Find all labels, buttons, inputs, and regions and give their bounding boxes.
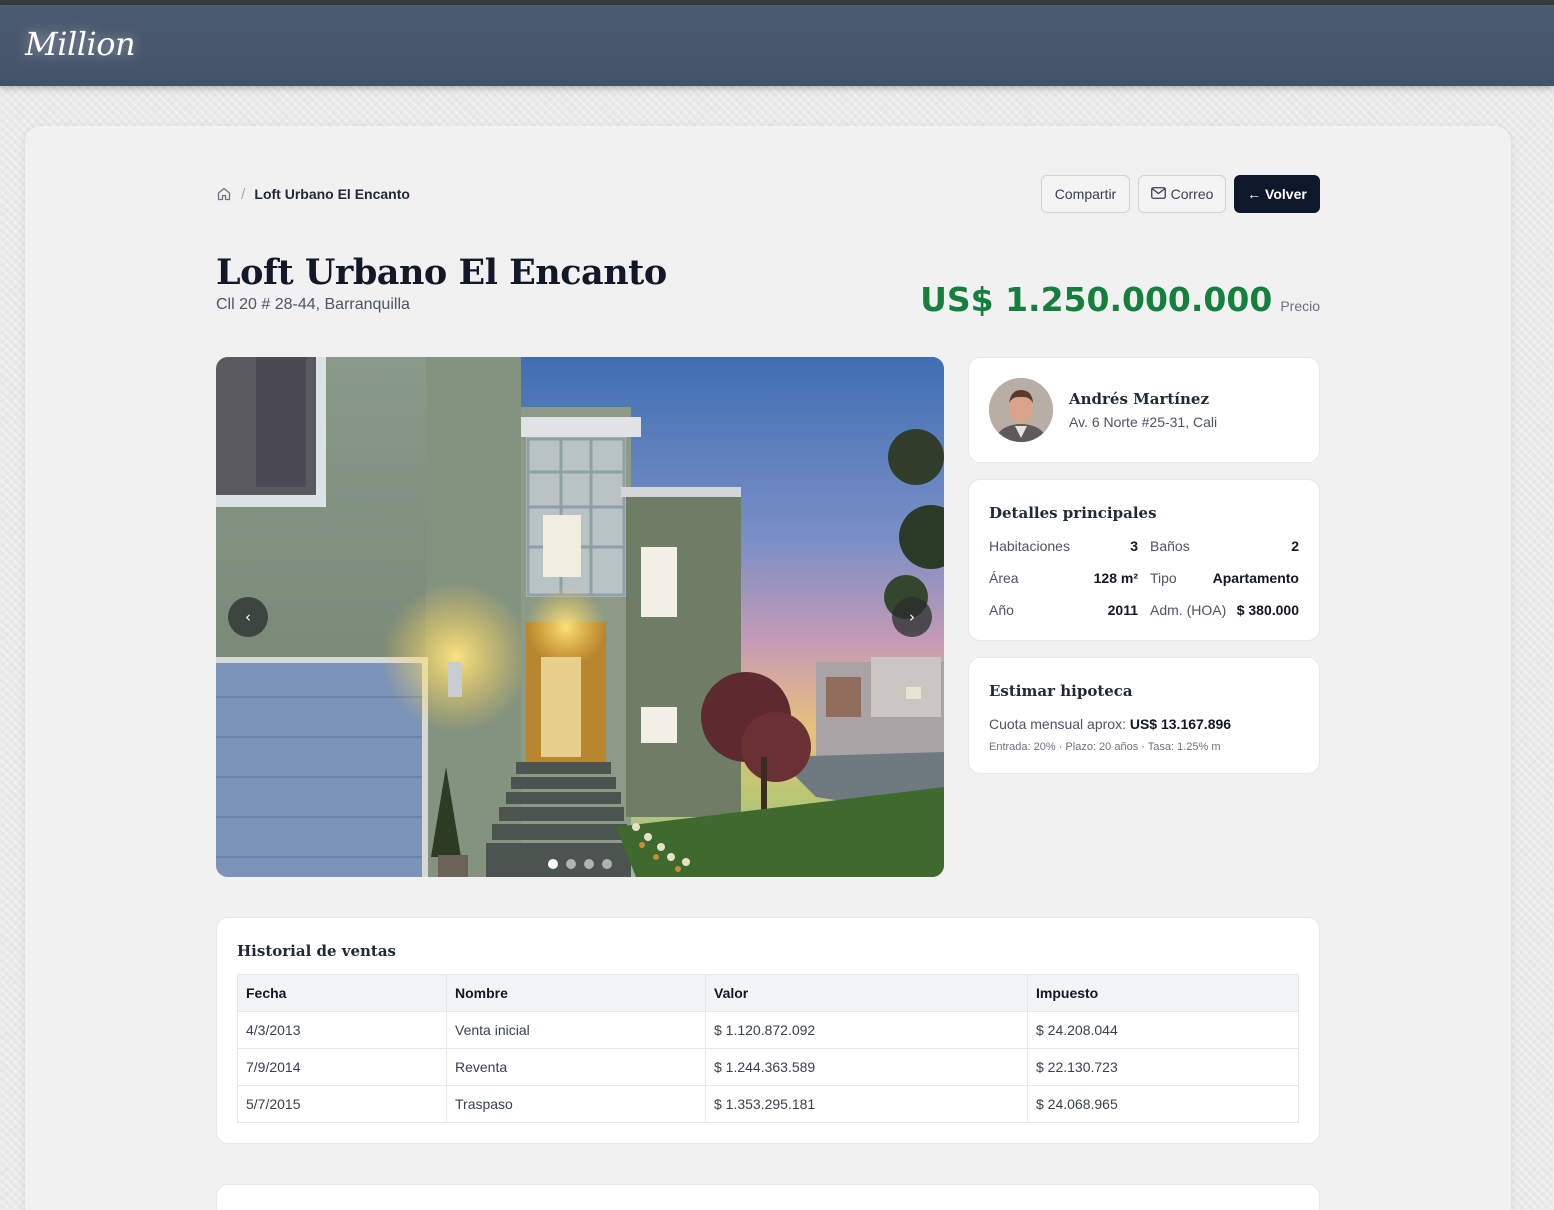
detail-value: Apartamento <box>1212 570 1299 586</box>
breadcrumb-separator: / <box>241 186 246 202</box>
detail-value: $ 380.000 <box>1236 602 1299 618</box>
property-price: US$ 1.250.000.000 <box>920 280 1273 319</box>
gallery-prev-button[interactable]: ‹ <box>228 597 268 637</box>
house-photo <box>216 357 944 877</box>
agent-name: Andrés Martínez <box>1069 390 1209 408</box>
mortgage-label: Cuota mensual aprox: <box>989 716 1130 732</box>
price-block: US$ 1.250.000.000 Precio <box>920 280 1320 319</box>
column-header: Impuesto <box>1027 974 1299 1012</box>
sales-history-title: Historial de ventas <box>237 942 397 960</box>
table-cell: $ 24.208.044 <box>1027 1011 1299 1049</box>
mortgage-terms: Entrada: 20% · Plazo: 20 años · Tasa: 1.… <box>989 741 1221 753</box>
mortgage-value: US$ 13.167.896 <box>1129 716 1232 732</box>
detail-value: 2 <box>1291 538 1299 554</box>
brand-logo[interactable]: Million <box>25 25 136 63</box>
share-button[interactable]: Compartir <box>1041 175 1130 213</box>
column-header: Fecha <box>237 974 447 1012</box>
gallery-dots <box>548 859 612 869</box>
detail-label: Baños <box>1150 538 1190 554</box>
table-cell: $ 1.353.295.181 <box>705 1085 1028 1123</box>
home-icon[interactable] <box>216 186 232 202</box>
share-button-label: Compartir <box>1054 186 1117 202</box>
back-button-label: ← Volver <box>1247 186 1307 202</box>
table-cell: $ 24.068.965 <box>1027 1085 1299 1123</box>
mortgage-title: Estimar hipoteca <box>989 682 1133 700</box>
table-cell: $ 22.130.723 <box>1027 1048 1299 1086</box>
detail-label: Área <box>989 570 1019 586</box>
table-row: 5/7/2015 Traspaso $ 1.353.295.181 $ 24.0… <box>237 1085 1299 1123</box>
mortgage-estimate: Cuota mensual aprox: US$ 13.167.896 <box>989 716 1231 732</box>
details-row: Área 128 m² Tipo Apartamento <box>989 570 1299 590</box>
agent-card: Andrés Martínez Av. 6 Norte #25-31, Cali <box>968 357 1320 463</box>
navbar: Million <box>0 5 1554 86</box>
breadcrumb-current: Loft Urbano El Encanto <box>254 186 410 202</box>
price-label: Precio <box>1280 298 1320 314</box>
table-row: 7/9/2014 Reventa $ 1.244.363.589 $ 22.13… <box>237 1048 1299 1086</box>
mortgage-card: Estimar hipoteca Cuota mensual aprox: US… <box>968 657 1320 774</box>
detail-value: 2011 <box>1107 602 1138 618</box>
table-header-row: Fecha Nombre Valor Impuesto <box>237 974 1299 1012</box>
detail-label: Adm. (HOA) <box>1150 602 1227 618</box>
detail-label: Tipo <box>1150 570 1177 586</box>
next-section-card <box>216 1184 1320 1210</box>
table-cell: Reventa <box>446 1048 706 1086</box>
detail-label: Habitaciones <box>989 538 1070 554</box>
gallery-dot[interactable] <box>584 859 594 869</box>
table-cell: $ 1.244.363.589 <box>705 1048 1028 1086</box>
gallery-dot[interactable] <box>566 859 576 869</box>
detail-value: 128 m² <box>1093 570 1138 586</box>
photo-gallery[interactable]: ‹ › <box>216 357 944 877</box>
detail-value: 3 <box>1130 538 1138 554</box>
gallery-next-button[interactable]: › <box>892 597 932 637</box>
gallery-dot[interactable] <box>548 859 558 869</box>
property-address: Cll 20 # 28-44, Barranquilla <box>216 296 410 313</box>
table-cell: 5/7/2015 <box>237 1085 447 1123</box>
agent-address: Av. 6 Norte #25-31, Cali <box>1069 414 1218 430</box>
property-title: Loft Urbano El Encanto <box>216 252 667 293</box>
breadcrumb: / Loft Urbano El Encanto <box>216 184 410 204</box>
table-cell: 4/3/2013 <box>237 1011 447 1049</box>
gallery-dot[interactable] <box>602 859 612 869</box>
sales-history-table: Fecha Nombre Valor Impuesto 4/3/2013 Ven… <box>237 974 1299 1123</box>
back-button[interactable]: ← Volver <box>1234 175 1320 213</box>
details-row: Habitaciones 3 Baños 2 <box>989 538 1299 558</box>
details-row: Año 2011 Adm. (HOA) $ 380.000 <box>989 602 1299 622</box>
table-cell: Traspaso <box>446 1085 706 1123</box>
table-cell: $ 1.120.872.092 <box>705 1011 1028 1049</box>
mail-icon <box>1150 186 1166 202</box>
avatar[interactable] <box>989 378 1053 442</box>
mail-button[interactable]: Correo <box>1138 175 1226 213</box>
mail-button-label: Correo <box>1170 186 1214 202</box>
table-cell: Venta inicial <box>446 1011 706 1049</box>
sales-history-card: Historial de ventas Fecha Nombre Valor I… <box>216 917 1320 1144</box>
table-cell: 7/9/2014 <box>237 1048 447 1086</box>
details-card: Detalles principales Habitaciones 3 Baño… <box>968 479 1320 641</box>
detail-label: Año <box>989 602 1014 618</box>
column-header: Nombre <box>446 974 706 1012</box>
column-header: Valor <box>705 974 1028 1012</box>
table-row: 4/3/2013 Venta inicial $ 1.120.872.092 $… <box>237 1011 1299 1049</box>
details-title: Detalles principales <box>989 504 1157 522</box>
